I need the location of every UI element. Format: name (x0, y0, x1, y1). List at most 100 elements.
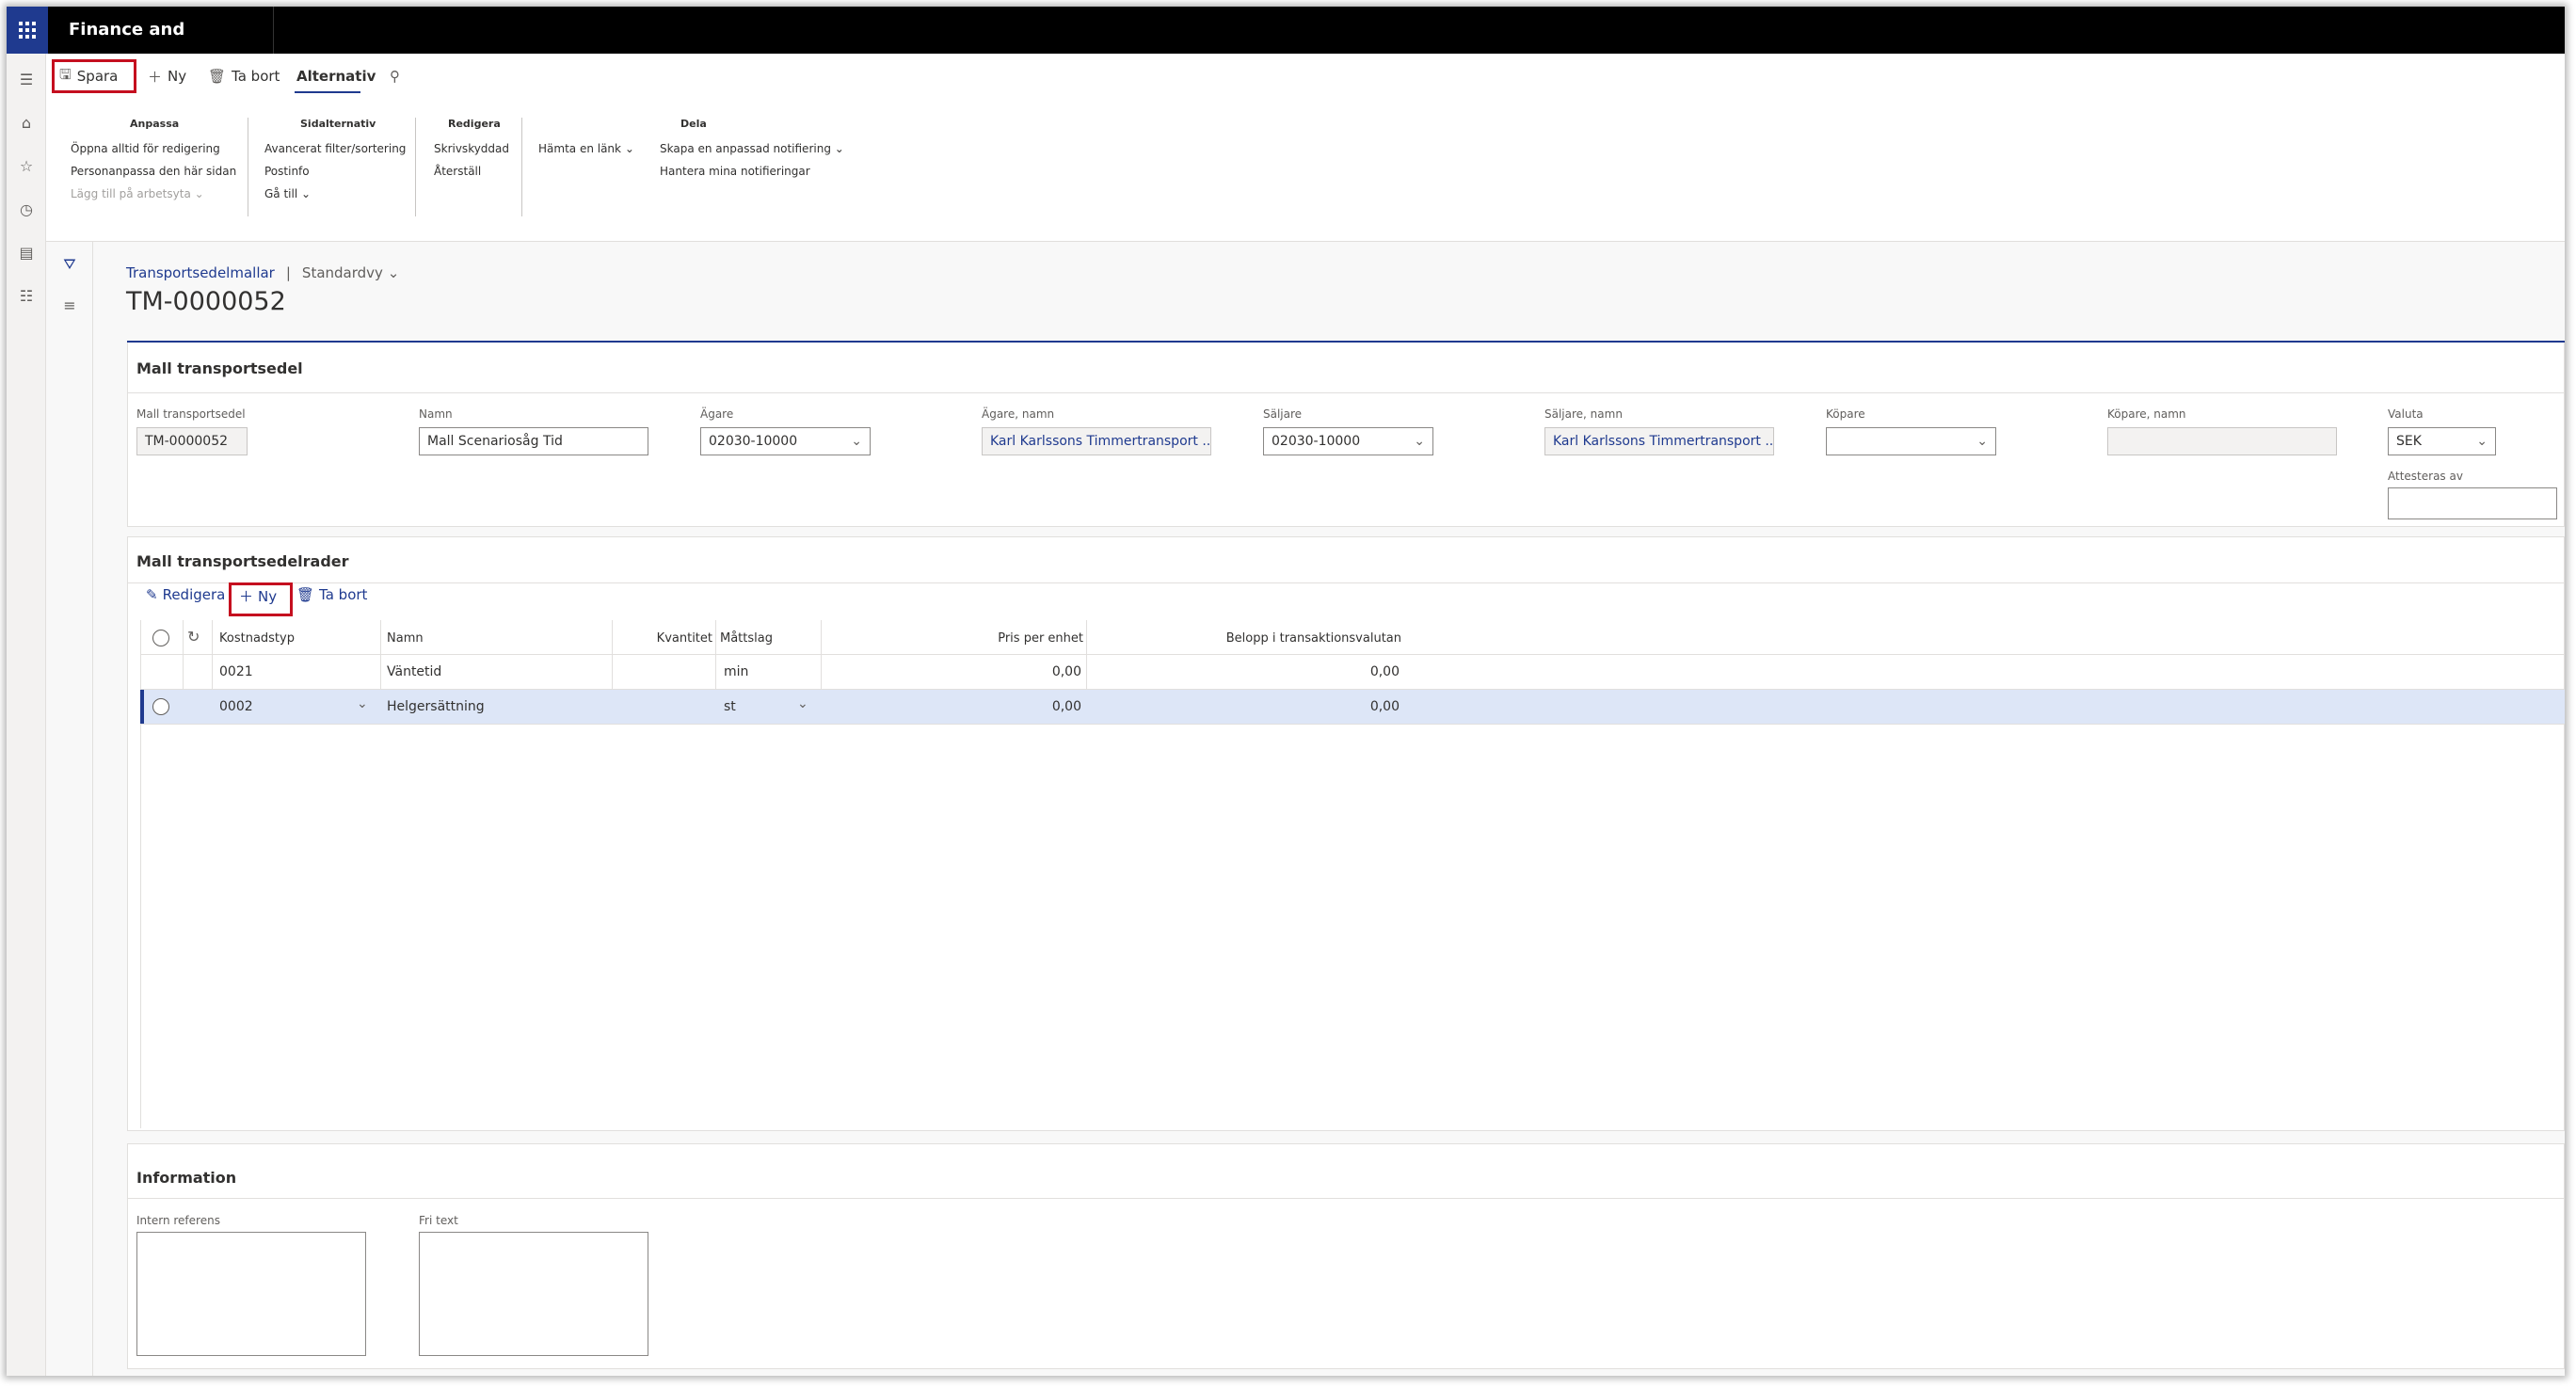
header-section-title[interactable]: Mall transportsedel (136, 359, 303, 377)
chevron-down-icon: ⌄ (194, 187, 204, 200)
chevron-down-icon: ⌄ (1414, 434, 1425, 449)
delete-label: Ta bort (232, 68, 280, 85)
approved-by-field[interactable] (2388, 487, 2557, 519)
chevron-down-icon: ⌄ (1976, 434, 1988, 449)
side-tools: ⛛ ≡ (46, 242, 93, 1376)
edit-lines-button[interactable]: ✎ Redigera (146, 586, 225, 603)
delete-button[interactable]: 🗑 Ta bort (208, 63, 280, 89)
section-divider (127, 582, 2565, 583)
cell-unit-price[interactable]: 0,00 (854, 664, 1081, 679)
field-label-buyer: Köpare (1826, 407, 1865, 421)
field-label-name: Namn (419, 407, 453, 421)
col-header-unit-price[interactable]: Pris per enhet (854, 631, 1083, 646)
currency-dropdown[interactable]: SEK ⌄ (2388, 427, 2496, 455)
cell-unit[interactable]: min (724, 664, 748, 679)
personalize-page-item[interactable]: Personanpassa den här sidan (71, 165, 236, 178)
col-header-quantity[interactable]: Kvantitet (618, 631, 712, 646)
options-tab-label: Alternativ (296, 68, 376, 85)
refresh-icon[interactable]: ↻ (187, 628, 200, 646)
modules-list-icon[interactable]: ☷ (17, 287, 36, 306)
col-header-amount[interactable]: Belopp i transaktionsvalutan (1089, 631, 1401, 646)
get-link-item[interactable]: Hämta en länk ⌄ (538, 142, 634, 155)
group-title-page-options: Sidalternativ (300, 118, 376, 130)
recent-clock-icon[interactable]: ◷ (17, 200, 36, 219)
view-name: Standardvy (301, 264, 383, 281)
information-section-title[interactable]: Information (136, 1169, 236, 1187)
home-icon[interactable]: ⌂ (17, 114, 36, 133)
row-divider (140, 724, 2565, 725)
chevron-down-icon[interactable]: ⌄ (357, 696, 368, 711)
delete-line-label: Ta bort (319, 586, 368, 603)
add-to-workspace-item[interactable]: Lägg till på arbetsyta ⌄ (71, 187, 204, 200)
delete-line-button[interactable]: 🗑 Ta bort (296, 586, 367, 603)
edit-lines-label: Redigera (162, 586, 226, 603)
app-title: Finance and Operations (48, 7, 274, 87)
col-header-name[interactable]: Namn (387, 631, 424, 646)
go-to-label: Gå till (264, 187, 298, 200)
cell-name[interactable]: Helgersättning (387, 699, 485, 714)
create-alert-item[interactable]: Skapa en anpassad notifiering ⌄ (660, 142, 844, 155)
template-id-field[interactable]: TM-0000052 (136, 427, 248, 455)
chevron-down-icon: ⌄ (2476, 434, 2488, 449)
row-select-radio[interactable] (152, 698, 169, 715)
owner-dropdown[interactable]: 02030-10000 ⌄ (700, 427, 871, 455)
select-all-radio[interactable] (152, 630, 169, 646)
field-label-template-id: Mall transportsedel (136, 407, 246, 421)
field-label-seller: Säljare (1263, 407, 1303, 421)
seller-dropdown[interactable]: 02030-10000 ⌄ (1263, 427, 1433, 455)
name-field[interactable]: Mall Scenariosåg Tid (419, 427, 648, 455)
buyer-dropdown[interactable]: ⌄ (1826, 427, 1996, 455)
get-link-label: Hämta en länk (538, 142, 621, 155)
new-button[interactable]: ＋ Ny (148, 63, 186, 89)
save-highlight-box (52, 59, 136, 93)
chevron-down-icon: ⌄ (624, 142, 634, 155)
tab-options[interactable]: Alternativ (296, 63, 376, 89)
free-text-textarea[interactable] (419, 1232, 648, 1356)
cell-amount[interactable]: 0,00 (1089, 699, 1400, 714)
app-window: Finance and Operations ☰ ⌂ ☆ ◷ ▤ ☷ 🖫 Spa… (7, 7, 2565, 1376)
page-title: TM-0000052 (126, 287, 286, 316)
revert-item[interactable]: Återställ (434, 165, 481, 178)
field-label-approved-by: Attesteras av (2388, 470, 2463, 483)
breadcrumb-link[interactable]: Transportsedelmallar (126, 264, 275, 281)
manage-alerts-item[interactable]: Hantera mina notifieringar (660, 165, 810, 178)
section-divider (127, 392, 2565, 393)
advanced-filter-item[interactable]: Avancerat filter/sortering (264, 142, 406, 155)
col-header-cost-type[interactable]: Kostnadstyp (219, 631, 295, 646)
owner-name-field[interactable]: Karl Karlssons Timmertransport ... (982, 427, 1211, 455)
options-ribbon: Anpassa Öppna alltid för redigering Pers… (46, 99, 2565, 242)
seller-name-field[interactable]: Karl Karlssons Timmertransport ... (1544, 427, 1774, 455)
filter-icon[interactable]: ⛛ (60, 255, 79, 274)
chevron-down-icon[interactable]: ⌄ (797, 696, 808, 711)
workspaces-icon[interactable]: ▤ (17, 244, 36, 263)
view-selector[interactable]: Standardvy ⌄ (302, 264, 399, 281)
cell-unit-price[interactable]: 0,00 (854, 699, 1081, 714)
search-icon: ⚲ (390, 68, 400, 85)
list-pane-icon[interactable]: ≡ (60, 296, 79, 315)
cell-name[interactable]: Väntetid (387, 664, 441, 679)
pencil-icon: ✎ (146, 586, 158, 603)
search-button[interactable]: ⚲ (390, 63, 400, 89)
buyer-name-field[interactable] (2107, 427, 2337, 455)
add-to-workspace-label: Lägg till på arbetsyta (71, 187, 191, 200)
lines-section-title[interactable]: Mall transportsedelrader (136, 552, 349, 570)
hamburger-menu-icon[interactable]: ☰ (17, 71, 36, 89)
cell-cost-type[interactable]: 0002 (219, 699, 253, 714)
navigation-rail: ☰ ⌂ ☆ ◷ ▤ ☷ (7, 54, 46, 1376)
cell-cost-type[interactable]: 0021 (219, 664, 253, 679)
go-to-item[interactable]: Gå till ⌄ (264, 187, 311, 200)
field-label-internal-reference: Intern referens (136, 1214, 220, 1227)
group-title-anpassa: Anpassa (130, 118, 180, 130)
record-info-item[interactable]: Postinfo (264, 165, 310, 178)
breadcrumb-separator: | (285, 264, 291, 281)
read-only-item[interactable]: Skrivskyddad (434, 142, 509, 155)
app-launcher-icon[interactable] (7, 7, 48, 54)
cell-unit[interactable]: st (724, 699, 736, 714)
internal-reference-textarea[interactable] (136, 1232, 366, 1356)
always-edit-item[interactable]: Öppna alltid för redigering (71, 142, 220, 155)
cell-amount[interactable]: 0,00 (1089, 664, 1400, 679)
favorites-star-icon[interactable]: ☆ (17, 157, 36, 176)
breadcrumb: Transportsedelmallar | Standardvy ⌄ (126, 264, 399, 281)
col-header-unit[interactable]: Måttslag (720, 631, 773, 646)
section-divider (127, 1198, 2565, 1199)
